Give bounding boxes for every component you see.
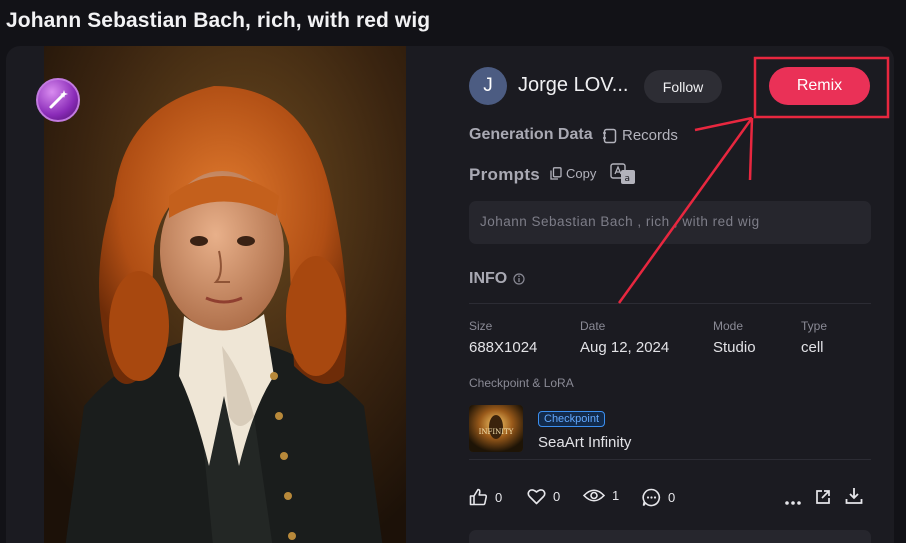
info-divider: [469, 303, 871, 304]
more-icon: [785, 501, 801, 505]
remix-button[interactable]: Remix: [769, 67, 870, 105]
type-field: Type cell: [801, 319, 827, 356]
follow-button[interactable]: Follow: [644, 70, 722, 103]
info-label: INFO: [469, 270, 508, 287]
comment-icon: [642, 488, 661, 507]
comment-count: 0: [668, 490, 676, 505]
date-label: Date: [580, 319, 606, 333]
mode-label: Mode: [713, 319, 744, 333]
info-icon[interactable]: [513, 273, 525, 285]
translate-button[interactable]: a: [610, 163, 636, 190]
records-icon: [603, 128, 617, 143]
page-title: Johann Sebastian Bach, rich, with red wi…: [6, 9, 431, 32]
like-button[interactable]: 0: [469, 488, 502, 506]
svg-text:a: a: [625, 174, 631, 184]
download-button[interactable]: [845, 487, 863, 510]
like-count: 0: [495, 489, 503, 505]
checkpoint-name[interactable]: SeaArt Infinity: [538, 434, 631, 451]
detail-panel: J Jorge LOV... Follow Remix Generation D…: [468, 46, 872, 543]
checkpoint-tag: Checkpoint: [538, 411, 606, 427]
portrait-illustration: [44, 46, 406, 543]
copy-label: Copy: [566, 166, 597, 181]
thumbs-up-icon: [469, 488, 488, 506]
info-title: INFO: [469, 270, 525, 288]
checkpoint-thumbnail[interactable]: INFINITY: [469, 405, 523, 452]
copy-icon: [550, 167, 562, 180]
author-avatar[interactable]: J: [469, 67, 507, 105]
checkpoint-thumb-text: INFINITY: [479, 428, 514, 436]
eye-icon: [583, 489, 605, 502]
copy-prompt-button[interactable]: Copy: [550, 166, 596, 181]
favorite-button[interactable]: 0: [527, 488, 560, 505]
share-button[interactable]: [815, 489, 831, 510]
type-value: cell: [801, 339, 824, 356]
records-link[interactable]: Records: [603, 127, 678, 144]
magic-wand-icon: [49, 90, 68, 109]
author-name[interactable]: Jorge LOV...: [518, 74, 628, 97]
artwork-image[interactable]: [44, 46, 406, 543]
heart-icon: [527, 489, 546, 505]
checkpoint-section-label: Checkpoint & LoRA: [469, 376, 574, 390]
size-label: Size: [469, 319, 493, 333]
size-field: Size 688X1024: [469, 319, 537, 356]
comment-button[interactable]: 0: [642, 488, 675, 507]
type-label: Type: [801, 319, 828, 333]
download-icon: [845, 488, 863, 504]
records-label: Records: [622, 127, 678, 144]
generation-data-title: Generation Data: [469, 126, 593, 143]
share-icon: [816, 490, 830, 504]
prompts-title: Prompts: [469, 165, 541, 184]
size-value: 688X1024: [469, 339, 538, 356]
prompt-text[interactable]: Johann Sebastian Bach , rich , with red …: [469, 201, 871, 244]
date-value: Aug 12, 2024: [580, 339, 670, 356]
date-field: Date Aug 12, 2024: [580, 319, 669, 356]
views-count: 1: [612, 488, 620, 503]
comment-input-bar[interactable]: [469, 530, 871, 543]
mode-value: Studio: [713, 339, 756, 356]
artwork-card: J Jorge LOV... Follow Remix Generation D…: [6, 46, 894, 543]
more-options-button[interactable]: [785, 493, 801, 511]
views-stat: 1: [583, 488, 619, 503]
checkpoint-thumbnail-image: INFINITY: [469, 405, 523, 452]
mode-field: Mode Studio: [713, 319, 756, 356]
magic-wand-badge[interactable]: [36, 78, 80, 122]
checkpoint-divider: [469, 459, 871, 460]
translate-icon: a: [610, 163, 635, 184]
favorite-count: 0: [553, 489, 561, 504]
